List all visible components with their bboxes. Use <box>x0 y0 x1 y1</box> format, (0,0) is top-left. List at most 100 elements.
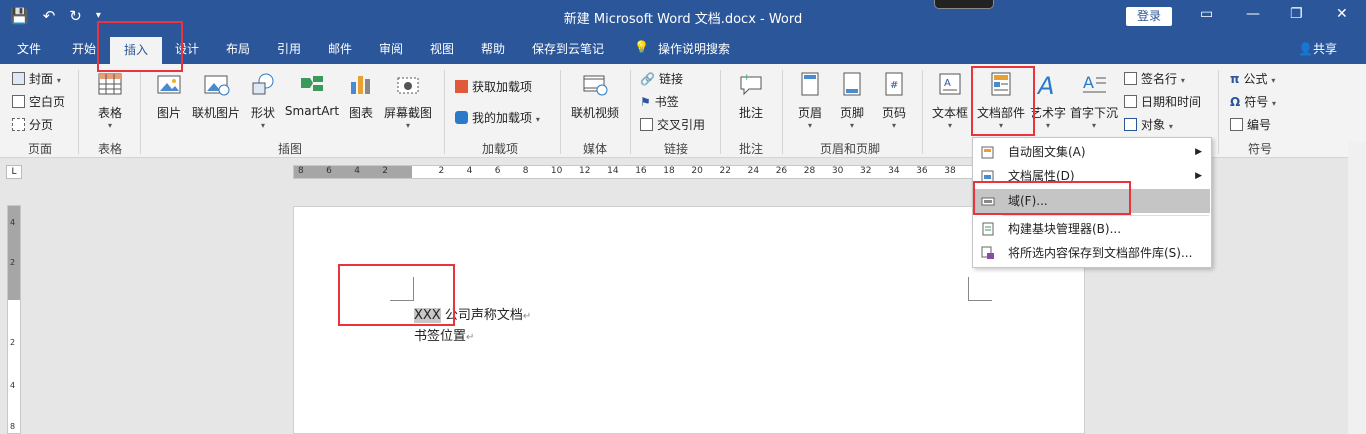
table-label: 表格 <box>97 106 122 120</box>
smartart-button[interactable]: SmartArt <box>284 70 340 118</box>
dropcap-icon: A <box>1083 73 1106 93</box>
ruler-left-margin <box>294 166 412 178</box>
ruler-number: 22 <box>719 166 731 176</box>
blank-page-icon <box>12 95 25 108</box>
ruler-number: 6 <box>494 166 501 176</box>
bookmark-button[interactable]: ⚑ 书签 <box>640 93 679 110</box>
comment-label: 批注 <box>738 106 763 120</box>
datetime-button[interactable]: 日期和时间 <box>1124 93 1201 110</box>
minimize-icon[interactable]: — <box>1246 6 1260 22</box>
picture-button[interactable]: 图片 <box>152 70 186 121</box>
ribbon-display-options-icon[interactable]: ▭ <box>1200 6 1213 22</box>
ruler-number: 4 <box>466 166 473 176</box>
tab-home[interactable]: 开始 <box>72 40 96 57</box>
menu-item-autotext[interactable]: 自动图文集(A) ▶ <box>974 140 1210 164</box>
title-bar: 💾 ↶ ↻ ▾ 新建 Microsoft Word 文档.docx - Word… <box>0 0 1366 34</box>
annotation-box-cursor <box>338 264 455 326</box>
ruler-number: 36 <box>916 166 928 176</box>
horizontal-ruler[interactable]: 8 6 4 2 2 4 6 8 10 12 14 16 18 20 22 24 26 28 30 32 34 36 38 <box>293 165 993 179</box>
tab-references[interactable]: 引用 <box>277 40 301 57</box>
group-label-pages: 页面 <box>27 142 52 156</box>
link-button[interactable]: 🔗 链接 <box>640 70 683 87</box>
document-line-2[interactable]: 书签位置↵ <box>414 325 474 344</box>
menu-item-save-selection-to-gallery[interactable]: 将所选内容保存到文档部件库(S)... <box>974 241 1210 265</box>
tab-mailings[interactable]: 邮件 <box>328 40 352 57</box>
chart-icon <box>351 76 370 94</box>
smartart-label: SmartArt <box>284 104 340 118</box>
login-button[interactable]: 登录 <box>1126 7 1172 26</box>
comment-button[interactable]: + 批注 <box>730 70 772 121</box>
chart-button[interactable]: 图表 <box>344 70 378 121</box>
tab-view[interactable]: 视图 <box>430 40 454 57</box>
calendar-icon <box>1124 95 1137 108</box>
header-button[interactable]: 页眉 ▾ <box>792 70 828 130</box>
my-addins-button[interactable]: 我的加载项 ▾ <box>455 109 540 126</box>
menu-item-building-blocks-organizer[interactable]: 构建基块管理器(B)... <box>974 217 1210 241</box>
cross-reference-button[interactable]: 交叉引用 <box>640 116 705 133</box>
group-label-table: 表格 <box>97 142 122 156</box>
tab-selector[interactable]: L <box>6 165 22 179</box>
ruler-number: 18 <box>663 166 675 176</box>
tab-save-cloud-note[interactable]: 保存到云笔记 <box>532 40 604 57</box>
equation-button[interactable]: π 公式 ▾ <box>1230 70 1275 87</box>
page-number-label: 页码 <box>881 106 906 120</box>
numbering-icon <box>1230 118 1243 131</box>
get-addins-button[interactable]: 获取加载项 <box>455 78 532 95</box>
ruler-number: 16 <box>635 166 647 176</box>
comment-icon: + <box>740 73 762 96</box>
ruler-number: 38 <box>944 166 956 176</box>
textbox-button[interactable]: A 文本框 ▾ <box>930 70 970 130</box>
tab-review[interactable]: 审阅 <box>379 40 403 57</box>
tab-help[interactable]: 帮助 <box>481 40 505 57</box>
screenshot-label: 屏幕截图 <box>383 106 432 120</box>
blank-page-button[interactable]: 空白页 <box>12 93 65 110</box>
page-break-button[interactable]: 分页 <box>12 116 53 133</box>
paragraph-mark: ↵ <box>522 311 532 322</box>
object-button[interactable]: 对象 ▾ <box>1124 116 1173 133</box>
addins-icon <box>455 111 468 124</box>
dropcap-button[interactable]: A 首字下沉 ▾ <box>1068 70 1120 130</box>
ruler-number: 32 <box>860 166 872 176</box>
tab-file[interactable]: 文件 <box>17 40 41 57</box>
screenshot-button[interactable]: 屏幕截图 ▾ <box>382 70 434 130</box>
ruler-number: 14 <box>607 166 619 176</box>
cover-page-button[interactable]: 封面 ▾ <box>12 70 61 87</box>
ruler-v-number: 4 <box>10 218 16 227</box>
online-picture-icon <box>204 75 230 96</box>
header-label: 页眉 <box>797 106 822 120</box>
omega-icon: Ω <box>1230 95 1241 109</box>
signature-line-button[interactable]: 签名行 ▾ <box>1124 70 1185 87</box>
tell-me-search[interactable]: 操作说明搜索 <box>658 40 730 57</box>
footer-button[interactable]: 页脚 ▾ <box>834 70 870 130</box>
cover-page-icon <box>12 72 25 85</box>
online-picture-button[interactable]: 联机图片 <box>190 70 242 121</box>
tab-layout[interactable]: 布局 <box>226 40 250 57</box>
vertical-scrollbar[interactable] <box>1348 142 1366 434</box>
svg-text:A: A <box>1083 73 1094 92</box>
shapes-button[interactable]: 形状 ▾ <box>246 70 280 130</box>
object-icon <box>1124 118 1137 131</box>
separator <box>720 70 721 154</box>
picture-icon <box>157 75 181 94</box>
wordart-button[interactable]: A 艺术字 ▾ <box>1030 70 1066 130</box>
header-icon <box>801 72 819 96</box>
maximize-icon[interactable]: ❐ <box>1290 6 1303 22</box>
ruler-number: 10 <box>550 166 563 176</box>
link-icon: 🔗 <box>640 72 655 86</box>
ruler-number: 30 <box>831 166 844 176</box>
symbol-button[interactable]: Ω 符号 ▾ <box>1230 93 1276 110</box>
vertical-ruler[interactable]: 4 2 2 4 8 <box>7 205 21 434</box>
bookmark-icon: ⚑ <box>640 95 651 109</box>
page-number-button[interactable]: # 页码 ▾ <box>876 70 912 130</box>
close-icon[interactable]: ✕ <box>1336 6 1348 22</box>
numbering-button[interactable]: 编号 <box>1230 116 1271 133</box>
table-button[interactable]: 表格 ▾ <box>92 70 128 130</box>
online-video-button[interactable]: 联机视频 <box>568 70 622 121</box>
ruler-number: 2 <box>382 166 389 176</box>
separator <box>444 70 445 154</box>
textbox-label: 文本框 <box>931 106 968 120</box>
online-picture-label: 联机图片 <box>191 106 240 120</box>
footer-label: 页脚 <box>839 106 864 120</box>
ruler-v-number: 4 <box>10 381 16 390</box>
share-button[interactable]: 👤共享 <box>1298 40 1337 57</box>
